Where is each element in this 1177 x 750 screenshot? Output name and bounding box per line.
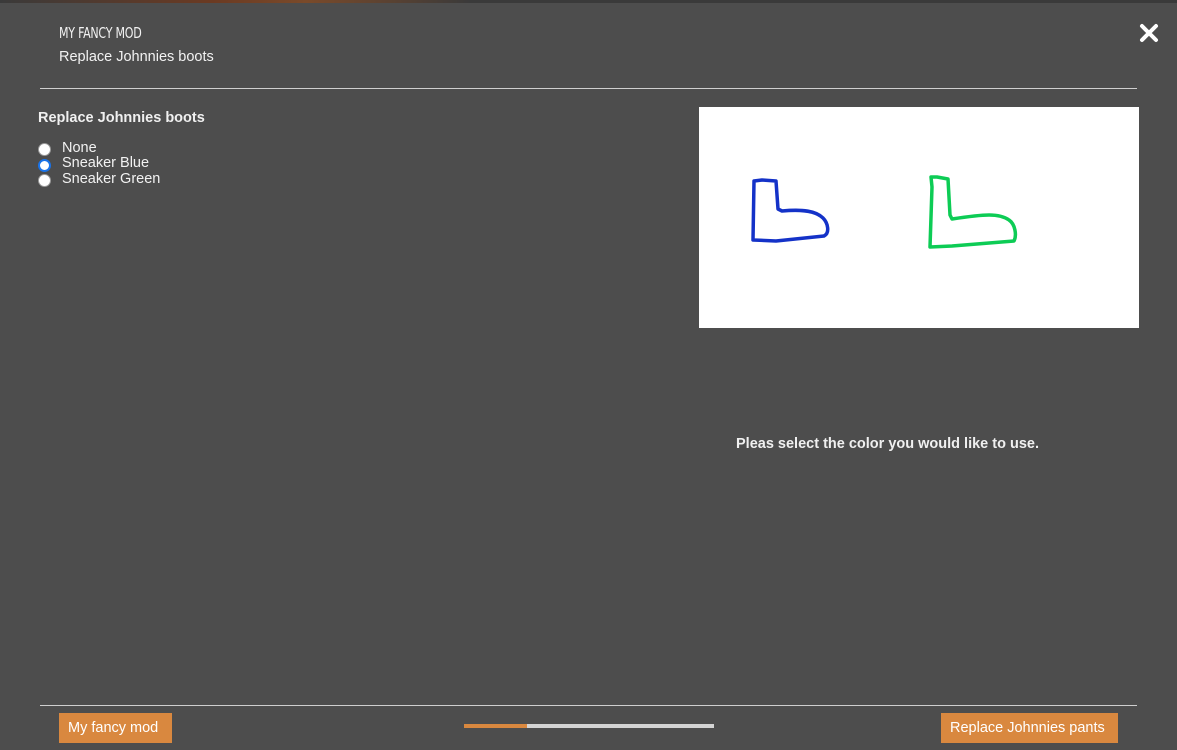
page-subtitle: Replace Johnnies boots xyxy=(59,49,214,65)
option-list: None Sneaker Blue Sneaker Green xyxy=(38,139,161,188)
option-label: Sneaker Green xyxy=(62,170,161,187)
page-title: MY FANCY MOD xyxy=(59,24,142,42)
radio-none[interactable] xyxy=(38,143,51,157)
progress-bar-fill xyxy=(464,724,527,728)
option-label: Sneaker Blue xyxy=(62,155,150,172)
radio-sneaker-blue[interactable] xyxy=(38,158,51,172)
option-sneaker-blue[interactable]: Sneaker Blue xyxy=(38,155,160,172)
preview-image xyxy=(699,107,1139,328)
previous-step-button[interactable]: My fancy mod xyxy=(59,713,172,743)
boots-illustration xyxy=(751,175,1018,249)
window-top-strip xyxy=(0,0,1177,3)
footer-divider xyxy=(40,705,1137,706)
close-icon xyxy=(1140,24,1158,42)
option-label: None xyxy=(62,139,97,156)
close-button[interactable] xyxy=(1138,22,1160,44)
option-none[interactable]: None xyxy=(38,139,160,157)
header-divider xyxy=(40,88,1137,89)
radio-sneaker-green[interactable] xyxy=(38,174,51,188)
green-boot-drawing xyxy=(928,175,1018,249)
blue-boot-drawing xyxy=(751,178,830,243)
step-description: Pleas select the color you would like to… xyxy=(736,436,1039,452)
option-sneaker-green[interactable]: Sneaker Green xyxy=(38,170,161,188)
next-step-button[interactable]: Replace Johnnies pants xyxy=(941,713,1118,743)
option-group-title: Replace Johnnies boots xyxy=(38,110,205,126)
progress-bar xyxy=(464,724,714,728)
